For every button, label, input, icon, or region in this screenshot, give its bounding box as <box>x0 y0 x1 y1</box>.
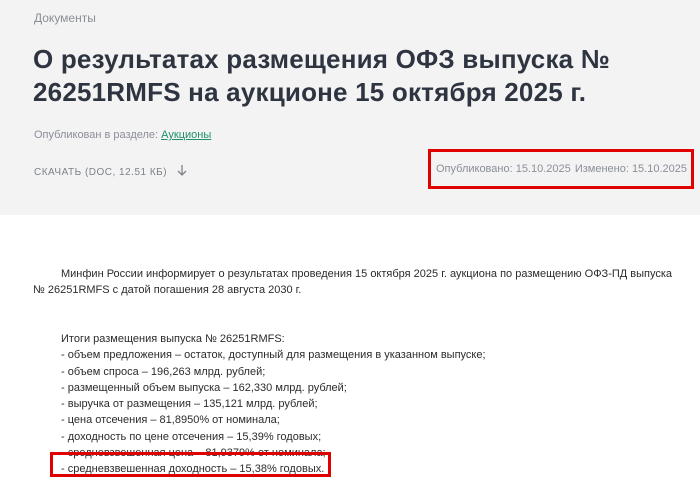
intro-paragraph: Минфин России информирует о результатах … <box>33 266 683 298</box>
arrow-down-icon-svg <box>177 165 187 176</box>
list-item-weighted-yield: - средневзвешенная доходность – 15,38% г… <box>61 463 325 476</box>
breadcrumb[interactable]: Документы <box>34 11 96 25</box>
section-prefix: Опубликован в разделе: <box>34 129 159 141</box>
list-item: - размещенный объем выпуска – 162,330 мл… <box>61 381 347 394</box>
download-label: СКАЧАТЬ (DOC, 12.51 КБ) <box>34 167 168 178</box>
list-item: - объем предложения – остаток, доступный… <box>61 349 486 362</box>
list-item: - доходность по цене отсечения – 15,39% … <box>61 430 322 443</box>
results-heading: Итоги размещения выпуска № 26251RMFS: <box>61 333 285 345</box>
page-header: Документы О результатах размещения ОФЗ в… <box>0 0 700 215</box>
list-item: - объем спроса – 196,263 млрд. рублей; <box>61 365 266 378</box>
list-item: - цена отсечения – 81,8950% от номинала; <box>61 414 280 427</box>
list-item: - выручка от размещения – 135,121 млрд. … <box>61 398 318 411</box>
intro-text: Минфин России информирует о результатах … <box>33 268 673 296</box>
download-button[interactable]: СКАЧАТЬ (DOC, 12.51 КБ) <box>34 165 187 180</box>
list-item: - средневзвешенная цена – 81,9379% от но… <box>61 447 326 460</box>
results-list: Итоги размещения выпуска № 26251RMFS: - … <box>61 331 661 478</box>
page-title: О результатах размещения ОФЗ выпуска № 2… <box>33 44 610 107</box>
dates-highlight-box: Опубликовано: 15.10.2025 Изменено: 15.10… <box>428 149 694 189</box>
arrow-down-icon <box>177 165 187 180</box>
section-link-auctions[interactable]: Аукционы <box>161 129 211 141</box>
modified-date: Изменено: 15.10.2025 <box>574 163 687 175</box>
published-date: Опубликовано: 15.10.2025 <box>436 163 571 175</box>
section-info: Опубликован в разделе: Аукционы <box>34 129 211 141</box>
